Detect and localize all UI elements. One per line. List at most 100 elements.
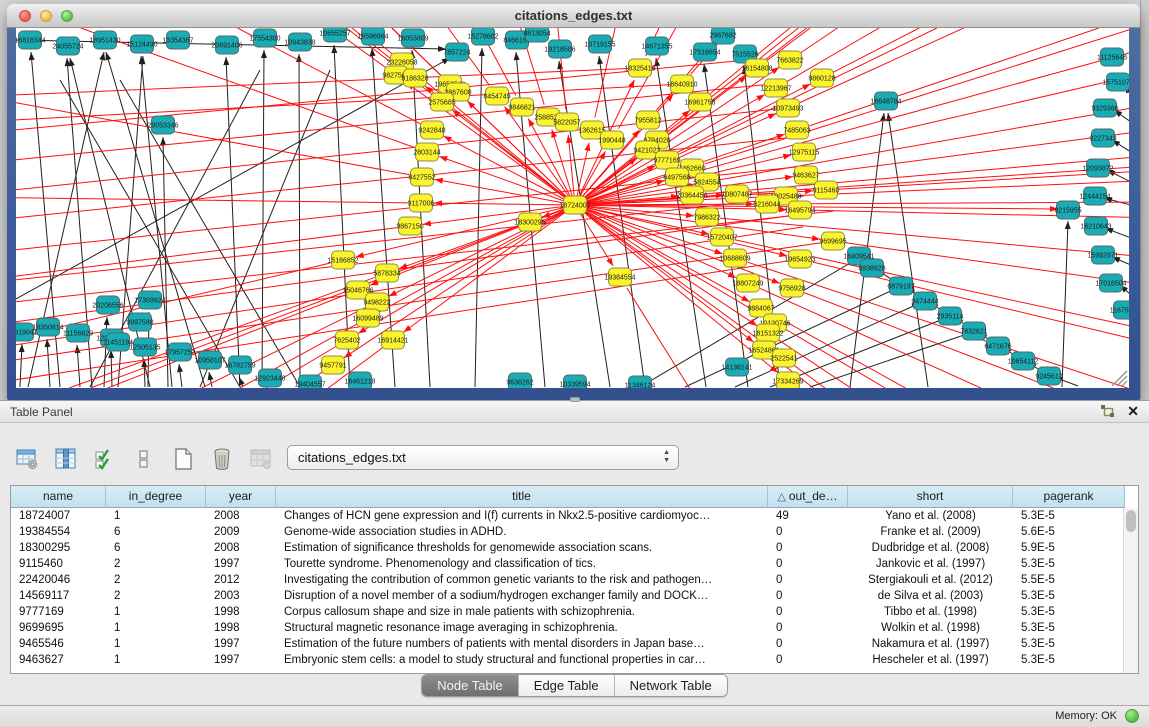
network-node[interactable]: 14136141 [721, 358, 752, 376]
network-node[interactable]: 16782759 [224, 356, 255, 374]
column-header-pagerank[interactable]: pagerank [1013, 486, 1125, 508]
network-node[interactable]: 16816344 [16, 31, 46, 49]
network-node[interactable]: 19404557 [294, 375, 325, 388]
network-node[interactable]: 16210643 [1080, 217, 1111, 235]
network-node[interactable]: 10339594 [559, 375, 590, 388]
network-node[interactable]: 16596964 [357, 28, 388, 45]
network-node[interactable]: 17957253 [164, 343, 195, 361]
network-node[interactable]: 7857224 [443, 43, 470, 61]
network-node[interactable]: 9636262 [506, 373, 533, 388]
select-columns-icon[interactable] [92, 446, 118, 472]
network-node[interactable]: 10958107 [194, 351, 225, 369]
table-row[interactable]: 946362711997Embryonic stem cells: a mode… [11, 652, 1138, 668]
scrollbar-thumb[interactable] [1126, 510, 1136, 532]
table-row[interactable]: 911546021997Tourette syndrome. Phenomeno… [11, 556, 1138, 572]
network-node[interactable]: 19654923 [784, 250, 815, 268]
network-node[interactable]: 8215955 [1054, 201, 1081, 219]
new-table-icon[interactable] [170, 446, 196, 472]
network-node[interactable]: 17518654 [689, 43, 720, 61]
column-header-short[interactable]: short [848, 486, 1013, 508]
network-node[interactable]: 18350814 [32, 318, 63, 336]
network-node[interactable]: 10688609 [719, 249, 750, 267]
network-node[interactable]: 12213967 [760, 79, 791, 97]
network-node[interactable]: 10807487 [721, 185, 752, 203]
splitter-handle[interactable] [570, 397, 580, 402]
network-node[interactable]: 9756928 [778, 279, 805, 297]
network-node[interactable]: 20364456 [676, 186, 707, 204]
network-node[interactable]: 19218506 [544, 40, 575, 58]
network-node[interactable]: 16648784 [870, 92, 901, 110]
network-node[interactable]: 10654112 [1008, 352, 1039, 370]
table-row[interactable]: 1872400712008Changes of HCN gene express… [11, 508, 1138, 524]
network-node[interactable]: 11346124 [625, 376, 656, 388]
network-node[interactable]: 18640910 [666, 75, 697, 93]
network-node[interactable]: 9457791 [319, 356, 346, 374]
network-node[interactable]: 9227343 [1089, 129, 1116, 147]
network-node[interactable]: 9474444 [911, 292, 938, 310]
table-row[interactable]: 969969511998Structural magnetic resonanc… [11, 620, 1138, 636]
network-node[interactable]: 16914421 [377, 331, 408, 349]
network-node[interactable]: 20691406 [211, 36, 242, 54]
network-node[interactable]: 2575685 [428, 93, 455, 111]
network-node[interactable]: 12505135 [129, 338, 160, 356]
table-row[interactable]: 2242004622012Investigating the contribut… [11, 572, 1138, 588]
table-settings-icon[interactable] [14, 446, 40, 472]
network-node[interactable]: 12975115 [789, 143, 820, 161]
network-node[interactable]: 9846821 [508, 98, 535, 116]
network-node[interactable]: 9242848 [418, 121, 445, 139]
resize-grip-icon[interactable] [1112, 371, 1127, 386]
table-row[interactable]: 1938455462009Genome-wide association stu… [11, 524, 1138, 540]
network-node[interactable]: 24055724 [52, 37, 83, 55]
column-header-out_de[interactable]: △out_de… [768, 486, 848, 508]
network-node[interactable]: 2522541 [770, 349, 797, 367]
network-node[interactable]: 18807249 [732, 274, 763, 292]
network-node[interactable]: 16961758 [684, 93, 715, 111]
network-node[interactable]: 20206556 [92, 296, 123, 314]
network-canvas[interactable]: 16816344 24055724 18951430 15124490 13354367… [16, 28, 1129, 388]
network-node[interactable]: 2803144 [413, 143, 440, 161]
row-height-icon[interactable] [131, 446, 157, 472]
network-node[interactable]: 8938928 [858, 259, 885, 277]
network-node[interactable]: 15278602 [467, 28, 498, 45]
network-node[interactable]: 2987682 [709, 28, 736, 44]
network-node[interactable]: 6879197 [887, 277, 914, 295]
network-node[interactable]: 19384554 [604, 268, 635, 286]
delete-table-icon[interactable] [209, 446, 235, 472]
network-node[interactable]: 7986322 [693, 208, 720, 226]
memory-status-icon[interactable] [1125, 709, 1139, 723]
network-node[interactable]: 13354367 [162, 31, 193, 49]
network-node[interactable]: 9699695 [819, 232, 846, 250]
network-node[interactable]: 17359924 [134, 291, 165, 309]
network-node[interactable]: 16154808 [741, 59, 772, 77]
network-node[interactable]: 18951430 [89, 31, 120, 49]
network-node[interactable]: 17554300 [249, 29, 280, 47]
network-node[interactable]: 8454749 [483, 87, 510, 105]
network-node[interactable]: 9777169 [653, 151, 680, 169]
network-node[interactable]: 9860128 [808, 69, 835, 87]
network-node[interactable]: 11156829 [63, 324, 93, 342]
network-node[interactable]: 15751074 [1102, 73, 1129, 91]
import-table-icon[interactable] [248, 446, 274, 472]
network-node[interactable]: 9115460 [813, 181, 840, 199]
network-node[interactable]: 12093872 [1082, 159, 1113, 177]
network-node[interactable]: 6216044 [753, 195, 780, 213]
network-node[interactable]: 18724007 [559, 196, 590, 214]
network-node[interactable]: 8813054 [523, 28, 550, 42]
network-node[interactable]: 12444154 [1079, 187, 1110, 205]
network-node[interactable]: 29053346 [147, 116, 178, 134]
network-node[interactable]: 15992971 [1087, 246, 1118, 264]
network-node[interactable]: 6497568 [663, 168, 690, 186]
network-node[interactable]: 7485063 [783, 121, 810, 139]
column-header-year[interactable]: year [206, 486, 276, 508]
network-node[interactable]: 6471676 [984, 337, 1011, 355]
network-node[interactable]: 14671355 [641, 37, 672, 55]
network-node[interactable]: 16099489 [352, 309, 383, 327]
column-header-in_degree[interactable]: in_degree [106, 486, 206, 508]
network-node[interactable]: 17334269 [772, 372, 803, 388]
network-node[interactable]: 9867150 [396, 217, 423, 235]
network-node[interactable]: 5878334 [373, 264, 400, 282]
network-node[interactable]: 8427552 [408, 168, 435, 186]
network-node[interactable]: 10973493 [772, 99, 803, 117]
network-node[interactable]: 10719155 [584, 35, 615, 53]
network-node[interactable]: 15124490 [126, 35, 157, 53]
